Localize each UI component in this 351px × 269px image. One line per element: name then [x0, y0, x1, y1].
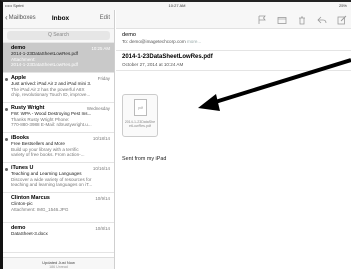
folder-icon[interactable] — [275, 13, 288, 26]
message-date: 10:25 AM — [91, 46, 110, 51]
message-preview: 770-880-3988 E-Mail: rdtrustywright.u... — [11, 122, 92, 128]
document-icon: pdf — [134, 99, 147, 116]
message-date: Friday — [97, 76, 110, 81]
search-input[interactable]: Q Search — [7, 31, 110, 40]
message-preview: Attachment: IMG_1546.JPG — [11, 206, 69, 212]
message-list: demo 10:25 AM 2014-1-23DataSheetLowRes.pdf… — [3, 43, 114, 253]
message-date: 10/16/14 — [92, 166, 110, 171]
status-bar: ••••• Sprint 10:27 AM 25% — [3, 2, 351, 10]
more-link[interactable]: more... — [187, 39, 201, 44]
message-date: 10/18/14 — [92, 136, 110, 141]
battery-label: 25% — [338, 3, 347, 8]
unread-dot-icon — [5, 168, 8, 171]
search-bar: Q Search — [3, 29, 114, 43]
message-header: demo To: demo@imagetechcorp.com more... — [116, 29, 351, 51]
edit-button[interactable]: Edit — [100, 15, 110, 21]
message-detail-pane: demo To: demo@imagetechcorp.com more... … — [116, 10, 351, 269]
mailbox-status-footer: Updated Just Now 186 Unread — [3, 257, 114, 269]
to-address[interactable]: To: demo@imagetechcorp.com — [122, 39, 186, 44]
message-row[interactable]: demo 10/8/14 DataSheet-3.docx — [3, 223, 114, 253]
message-preview: 2014-1-23DataSheetLowRes.pdf — [11, 62, 78, 68]
message-row[interactable]: iBooks 10/18/14 Free Bestsellers and More B… — [3, 133, 114, 163]
message-date: 10/9/14 — [95, 196, 110, 201]
message-preview: variety of free books. From action-... — [11, 152, 85, 158]
reply-icon[interactable] — [315, 13, 328, 26]
trash-icon[interactable] — [295, 13, 308, 26]
attachment-type: pdf — [138, 106, 143, 110]
clock: 10:27 AM — [168, 3, 186, 8]
message-preview: teaching and learning languages on iT... — [11, 182, 93, 188]
message-date: 10/8/14 — [95, 226, 110, 231]
attachment-filename: 2014-1-23DataSheetLowRes.pdf — [124, 120, 156, 129]
message-row[interactable]: Apple Friday Just arrived: iPad Air 2 and … — [3, 73, 114, 103]
message-preview: chip, revolutionary Touch ID, improve... — [11, 92, 91, 98]
unread-dot-icon — [5, 108, 8, 111]
unread-dot-icon — [5, 78, 8, 81]
message-list-pane: ‹ Mailboxes Inbox Edit Q Search demo 10:2… — [3, 10, 115, 269]
message-subject: DataSheet-3.docx — [11, 231, 48, 237]
unread-dot-icon — [5, 138, 8, 141]
message-row[interactable]: demo 10:25 AM 2014-1-23DataSheetLowRes.pdf… — [3, 43, 114, 73]
message-row[interactable]: Rusty Wright Wednesday FW: WPA - Wood Dest… — [3, 103, 114, 133]
message-toolbar — [116, 10, 351, 29]
message-subject: 2014-1-23DataSheetLowRes.pdf — [122, 54, 213, 60]
flag-icon[interactable] — [255, 13, 268, 26]
message-row[interactable]: iTunes U 10/16/14 Teaching and Learning La… — [3, 163, 114, 193]
message-date: Wednesday — [86, 106, 110, 111]
to-line: To: demo@imagetechcorp.com more... — [122, 39, 345, 44]
unread-count: 186 Unread — [49, 265, 68, 269]
message-row[interactable]: Clinton Marcus 10/9/14 Clinton-pic Attachme… — [3, 193, 114, 223]
update-status: Updated Just Now — [42, 260, 75, 265]
pdf-attachment[interactable]: pdf 2014-1-23DataSheetLowRes.pdf — [122, 94, 158, 137]
message-list-nav: ‹ Mailboxes Inbox Edit — [3, 10, 114, 29]
message-date: October 27, 2014 at 10:24 AM — [122, 62, 184, 67]
message-body: Sent from my iPad — [122, 156, 167, 162]
from-name[interactable]: demo — [122, 32, 345, 38]
compose-icon[interactable] — [335, 13, 348, 26]
subject-block: 2014-1-23DataSheetLowRes.pdf October 27,… — [116, 51, 351, 71]
inbox-title: Inbox — [51, 15, 70, 22]
